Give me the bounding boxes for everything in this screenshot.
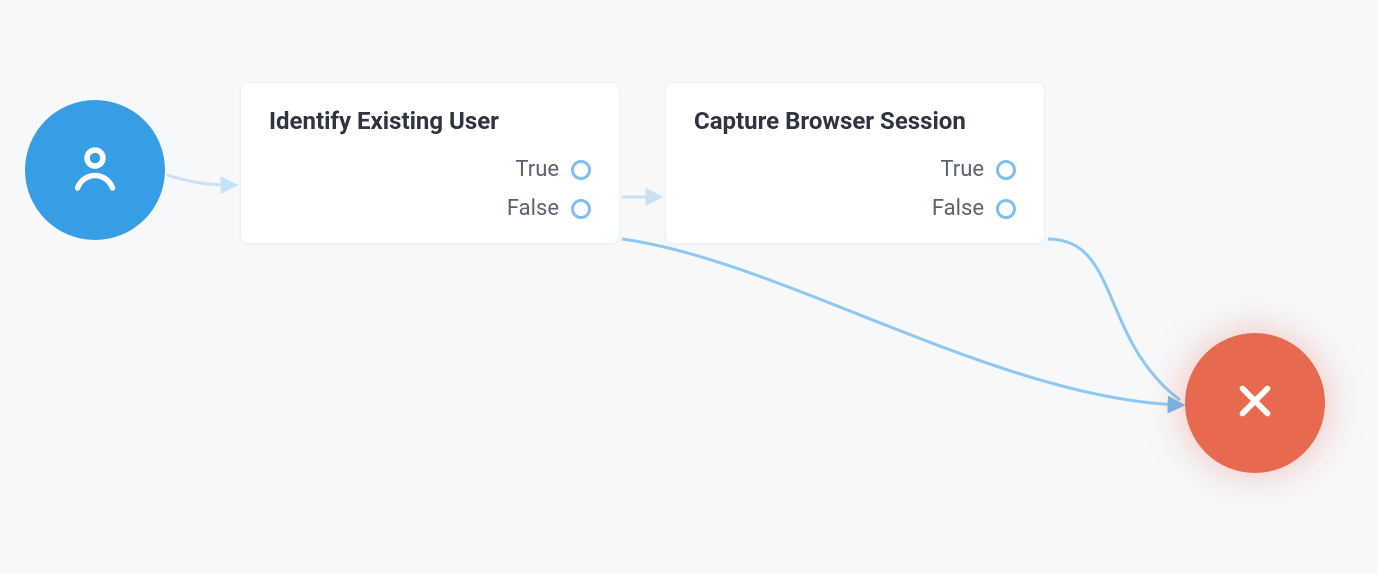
user-icon — [65, 138, 125, 202]
output-false: False — [269, 196, 591, 221]
node-identify-existing-user[interactable]: Identify Existing User True False — [240, 82, 620, 244]
output-label: True — [515, 157, 559, 182]
output-label: False — [507, 196, 559, 221]
end-node[interactable] — [1185, 333, 1325, 473]
output-port-true[interactable] — [571, 160, 591, 180]
output-true: True — [694, 157, 1016, 182]
output-port-false[interactable] — [571, 199, 591, 219]
flow-canvas: Identify Existing User True False Captur… — [0, 0, 1378, 574]
node-title: Identify Existing User — [269, 107, 591, 135]
output-true: True — [269, 157, 591, 182]
output-port-true[interactable] — [996, 160, 1016, 180]
output-false: False — [694, 196, 1016, 221]
start-node[interactable] — [25, 100, 165, 240]
output-label: True — [940, 157, 984, 182]
close-icon — [1230, 376, 1280, 430]
node-capture-browser-session[interactable]: Capture Browser Session True False — [665, 82, 1045, 244]
output-port-false[interactable] — [996, 199, 1016, 219]
output-label: False — [932, 196, 984, 221]
node-title: Capture Browser Session — [694, 107, 1016, 135]
